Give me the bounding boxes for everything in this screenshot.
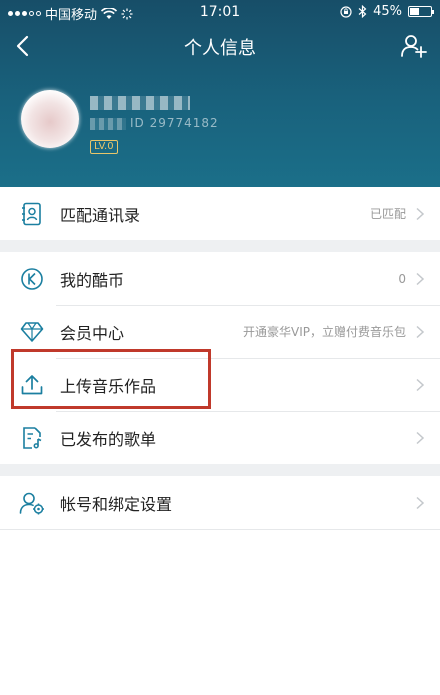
- add-user-icon[interactable]: [400, 32, 428, 60]
- rotation-lock-icon: [340, 5, 352, 18]
- id-number: 29774182: [149, 116, 219, 130]
- empty-area: [0, 532, 440, 695]
- battery-icon: [408, 6, 434, 17]
- list-item-label: 已发布的歌单: [60, 429, 157, 449]
- kcoin-icon: [18, 265, 46, 293]
- list-bottom-border: [0, 529, 440, 530]
- page-title: 个人信息: [184, 38, 256, 59]
- bluetooth-icon: [358, 5, 367, 18]
- playlist-icon: [18, 424, 46, 452]
- chevron-right-icon: [416, 378, 425, 391]
- battery-fill: [410, 8, 419, 15]
- chevron-right-icon: [416, 325, 425, 338]
- status-right: 45%: [340, 4, 434, 19]
- account-settings-icon: [18, 489, 46, 517]
- chevron-right-icon: [416, 207, 425, 220]
- list-item-label: 匹配通讯录: [60, 205, 141, 225]
- battery-percent: 45%: [373, 4, 402, 19]
- id-blur: [90, 117, 126, 130]
- chevron-right-icon: [416, 431, 425, 444]
- level-badge: LV.0: [90, 140, 118, 154]
- user-id: ID 29774182: [90, 116, 219, 130]
- list-item-kcoin[interactable]: 我的酷币 0: [0, 252, 440, 305]
- profile-summary[interactable]: ID 29774182 LV.0: [0, 88, 440, 178]
- id-prefix: ID: [130, 116, 145, 130]
- nav-bar: 个人信息: [0, 24, 440, 68]
- diamond-icon: [18, 318, 46, 346]
- avatar[interactable]: [21, 90, 79, 148]
- list-item-value: 开通豪华VIP，立赠付费音乐包: [243, 325, 406, 339]
- section-divider: [0, 240, 440, 252]
- list-item-account-settings[interactable]: 帐号和绑定设置: [0, 476, 440, 529]
- section-divider: [0, 464, 440, 476]
- chevron-right-icon: [416, 272, 425, 285]
- list-item-value: 0: [398, 271, 406, 286]
- contacts-icon: [18, 200, 46, 228]
- list-item-value: 已匹配: [369, 207, 406, 221]
- list-item-label: 会员中心: [60, 323, 125, 343]
- list-item-vip-center[interactable]: 会员中心 开通豪华VIP，立赠付费音乐包: [0, 305, 440, 358]
- list-item-published-playlists[interactable]: 已发布的歌单: [0, 411, 440, 464]
- list-item-upload-music[interactable]: 上传音乐作品: [0, 358, 440, 411]
- username-blurred: [90, 96, 190, 110]
- status-bar: 中国移动 17:01 45%: [0, 0, 440, 24]
- list-item-label: 帐号和绑定设置: [60, 494, 173, 514]
- list-item-contacts[interactable]: 匹配通讯录 已匹配: [0, 187, 440, 240]
- upload-icon: [18, 371, 46, 399]
- profile-header: 中国移动 17:01 45% 个人信息 ID 29774182 LV.0: [0, 0, 440, 187]
- list-item-label: 上传音乐作品: [60, 376, 157, 396]
- list-item-label: 我的酷币: [60, 270, 125, 290]
- settings-list: 匹配通讯录 已匹配 我的酷币 0 会员中心 开通豪华VIP，立赠付费音乐包 上传…: [0, 187, 440, 530]
- chevron-right-icon: [416, 496, 425, 509]
